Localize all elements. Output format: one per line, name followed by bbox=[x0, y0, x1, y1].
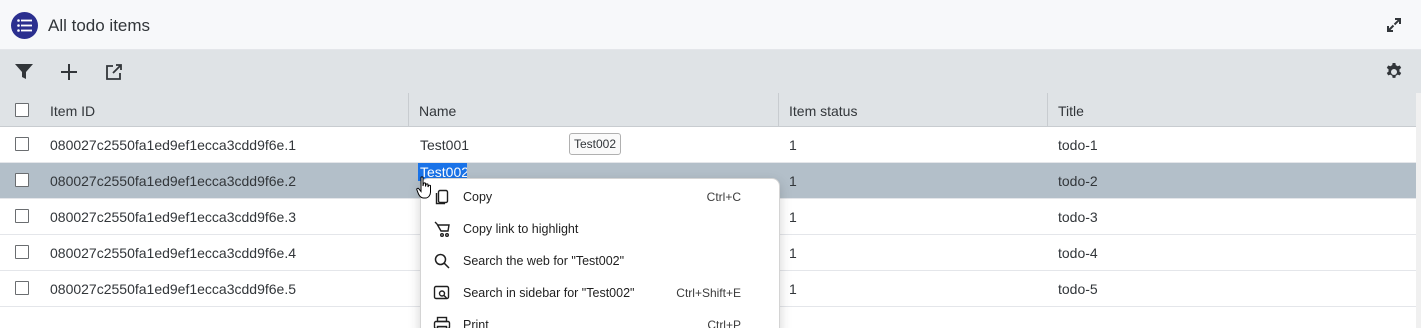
table-toolbar bbox=[0, 50, 1421, 93]
menu-item-search-sidebar[interactable]: Search in sidebar for "Test002" Ctrl+Shi… bbox=[421, 277, 779, 309]
column-header-title[interactable]: Title bbox=[1047, 93, 1416, 127]
title-cell: todo-3 bbox=[1058, 209, 1098, 225]
list-icon bbox=[11, 12, 38, 39]
plus-icon[interactable] bbox=[58, 61, 80, 83]
status-cell: 1 bbox=[789, 173, 797, 189]
link-highlight-icon bbox=[433, 220, 451, 238]
name-cell: Test001 bbox=[420, 137, 470, 153]
title-bar: All todo items bbox=[0, 0, 1421, 50]
table-header: Item ID Name Item status Title bbox=[0, 93, 1416, 127]
status-cell: 1 bbox=[789, 245, 797, 261]
context-menu: Copy Ctrl+C Copy link to highlight Searc… bbox=[420, 178, 780, 328]
status-cell: 1 bbox=[789, 137, 797, 153]
filter-icon[interactable] bbox=[13, 61, 35, 83]
row-checkbox[interactable] bbox=[15, 137, 29, 151]
menu-item-label: Copy bbox=[463, 190, 493, 204]
status-cell: 1 bbox=[789, 209, 797, 225]
menu-item-print[interactable]: Print Ctrl+P bbox=[421, 309, 779, 328]
column-header-name[interactable]: Name bbox=[408, 93, 778, 127]
menu-item-label: Print bbox=[463, 318, 489, 328]
search-icon bbox=[433, 252, 451, 270]
row-checkbox[interactable] bbox=[15, 173, 29, 187]
title-cell: todo-1 bbox=[1058, 137, 1098, 153]
row-checkbox[interactable] bbox=[15, 209, 29, 223]
column-header-item-status[interactable]: Item status bbox=[778, 93, 1047, 127]
expand-icon[interactable] bbox=[1385, 16, 1403, 34]
sidebar-search-icon bbox=[433, 284, 451, 302]
row-checkbox[interactable] bbox=[15, 245, 29, 259]
scrollbar[interactable] bbox=[1416, 93, 1421, 328]
title-cell: todo-5 bbox=[1058, 281, 1098, 297]
print-icon bbox=[433, 316, 451, 328]
item-id-cell: 080027c2550fa1ed9ef1ecca3cdd9f6e.5 bbox=[50, 281, 296, 297]
menu-item-label: Copy link to highlight bbox=[463, 222, 579, 236]
item-id-cell: 080027c2550fa1ed9ef1ecca3cdd9f6e.2 bbox=[50, 173, 296, 189]
status-cell: 1 bbox=[789, 281, 797, 297]
tooltip: Test002 bbox=[569, 133, 622, 155]
table-row[interactable]: 080027c2550fa1ed9ef1ecca3cdd9f6e.1 Test0… bbox=[0, 127, 1416, 163]
select-all-checkbox[interactable] bbox=[15, 103, 29, 117]
item-id-cell: 080027c2550fa1ed9ef1ecca3cdd9f6e.4 bbox=[50, 245, 296, 261]
menu-item-search-web[interactable]: Search the web for "Test002" bbox=[421, 245, 779, 277]
title-cell: todo-2 bbox=[1058, 173, 1098, 189]
row-checkbox[interactable] bbox=[15, 281, 29, 295]
title-cell: todo-4 bbox=[1058, 245, 1098, 261]
menu-item-copy[interactable]: Copy Ctrl+C bbox=[421, 181, 779, 213]
menu-item-shortcut: Ctrl+C bbox=[706, 190, 741, 204]
copy-icon bbox=[433, 188, 451, 206]
menu-item-label: Search in sidebar for "Test002" bbox=[463, 286, 635, 300]
column-header-item-id[interactable]: Item ID bbox=[40, 93, 408, 127]
page-title: All todo items bbox=[48, 16, 151, 35]
menu-item-shortcut: Ctrl+P bbox=[707, 318, 741, 328]
item-id-cell: 080027c2550fa1ed9ef1ecca3cdd9f6e.3 bbox=[50, 209, 296, 225]
menu-item-label: Search the web for "Test002" bbox=[463, 254, 625, 268]
gear-icon[interactable] bbox=[1383, 61, 1405, 83]
open-external-icon[interactable] bbox=[103, 61, 125, 83]
hand-cursor-icon bbox=[416, 176, 434, 200]
menu-item-shortcut: Ctrl+Shift+E bbox=[676, 286, 741, 300]
menu-item-copy-link-to-highlight[interactable]: Copy link to highlight bbox=[421, 213, 779, 245]
item-id-cell: 080027c2550fa1ed9ef1ecca3cdd9f6e.1 bbox=[50, 137, 296, 153]
